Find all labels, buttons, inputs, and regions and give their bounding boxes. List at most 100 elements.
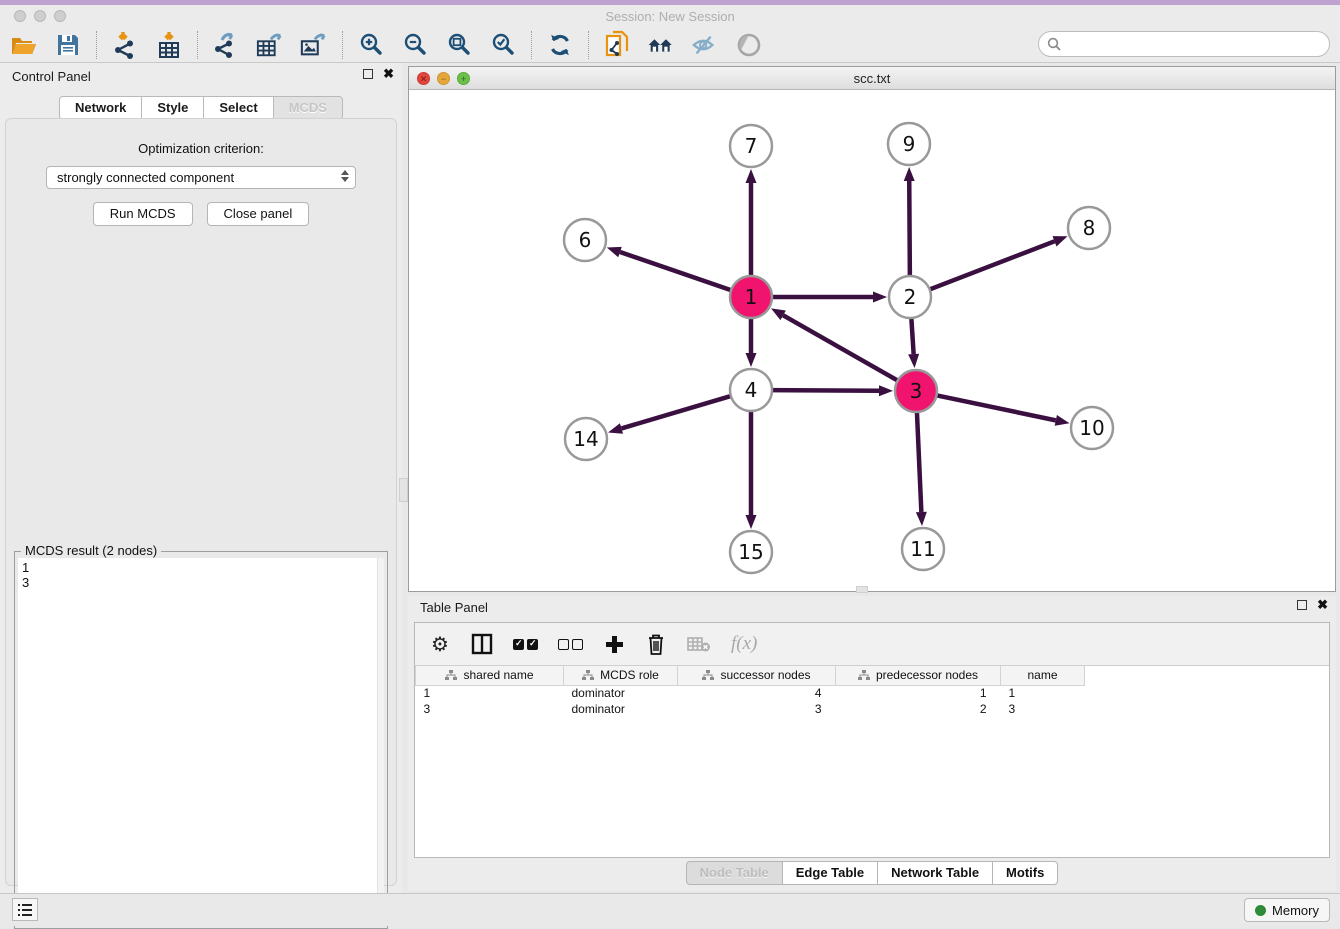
tab-node-table[interactable]: Node Table: [686, 861, 783, 885]
cytoscape-window: Session: New Session: [0, 0, 1340, 926]
tab-style[interactable]: Style: [141, 96, 204, 120]
table-cell[interactable]: 3: [678, 701, 836, 717]
mcds-result-text[interactable]: 1 3: [18, 558, 377, 925]
table-cell[interactable]: 4: [678, 685, 836, 701]
column-tree-icon: [858, 670, 870, 681]
network-graph: 7968124314101511: [409, 90, 1335, 591]
column-header-predecessor-nodes[interactable]: predecessor nodes: [836, 666, 1001, 685]
task-history-button[interactable]: [12, 898, 38, 921]
table-cell[interactable]: dominator: [564, 701, 678, 717]
edge-arrow-3-10: [1055, 415, 1070, 426]
search-field[interactable]: [1038, 31, 1330, 57]
column-tree-icon: [702, 670, 714, 681]
edge-arrow-1-6: [607, 247, 622, 257]
hide-selected-icon[interactable]: [691, 31, 719, 59]
edge-arrow-3-1: [771, 308, 786, 320]
edge-arrow-2-9: [904, 167, 915, 181]
close-table-panel-icon[interactable]: ✖: [1317, 600, 1328, 610]
edge-3-11[interactable]: [917, 410, 922, 512]
select-all-columns-icon[interactable]: [513, 631, 538, 657]
close-panel-button[interactable]: Close panel: [207, 202, 310, 226]
edge-arrow-1-7: [746, 169, 757, 183]
duplicate-network-icon[interactable]: [603, 31, 631, 59]
table-cell[interactable]: 3: [416, 701, 564, 717]
float-panel-icon[interactable]: [363, 69, 373, 79]
tab-mcds[interactable]: MCDS: [273, 96, 343, 120]
criterion-dropdown[interactable]: strongly connected component: [46, 166, 356, 189]
vertical-splitter-grip[interactable]: [399, 478, 408, 502]
run-mcds-button[interactable]: Run MCDS: [93, 202, 193, 226]
horizontal-splitter-grip[interactable]: [856, 586, 868, 593]
mcds-result-title: MCDS result (2 nodes): [21, 543, 161, 558]
export-table-icon[interactable]: [256, 31, 284, 59]
tab-select[interactable]: Select: [203, 96, 273, 120]
network-window-titlebar[interactable]: ✕ − + scc.txt: [409, 67, 1335, 90]
node-label-6: 6: [579, 228, 592, 252]
table-cell[interactable]: 1: [416, 685, 564, 701]
function-builder-icon[interactable]: f(x): [731, 631, 757, 657]
save-session-icon[interactable]: [54, 31, 82, 59]
node-table[interactable]: shared nameMCDS rolesuccessor nodesprede…: [415, 666, 1329, 857]
table-row[interactable]: 1dominator411: [416, 685, 1085, 701]
table-row[interactable]: 3dominator323: [416, 701, 1085, 717]
add-column-icon[interactable]: [603, 631, 625, 657]
zoom-in-icon[interactable]: [357, 31, 385, 59]
zoom-out-icon[interactable]: [401, 31, 429, 59]
edge-4-14[interactable]: [621, 395, 732, 428]
table-cell[interactable]: 2: [836, 701, 1001, 717]
column-header-MCDS-role[interactable]: MCDS role: [564, 666, 678, 685]
edge-arrow-1-4: [746, 353, 757, 367]
criterion-dropdown-value: strongly connected component: [57, 170, 234, 185]
result-scrollbar[interactable]: [377, 558, 384, 925]
table-cell[interactable]: 1: [1001, 685, 1085, 701]
tab-edge-table[interactable]: Edge Table: [782, 861, 878, 885]
search-input[interactable]: [1067, 34, 1329, 54]
table-cell[interactable]: 1: [836, 685, 1001, 701]
zoom-selected-icon[interactable]: [489, 31, 517, 59]
delete-table-icon[interactable]: [687, 631, 711, 657]
node-label-4: 4: [745, 378, 758, 402]
status-bar: Memory: [0, 893, 1340, 926]
node-label-11: 11: [910, 537, 935, 561]
tab-network[interactable]: Network: [59, 96, 142, 120]
main-toolbar: [0, 27, 1340, 63]
table-container: ⚙ f(x) shared nameMCDS rolesuccess: [414, 622, 1330, 858]
edge-3-1[interactable]: [783, 315, 899, 381]
tab-network-table[interactable]: Network Table: [877, 861, 993, 885]
zoom-fit-icon[interactable]: [445, 31, 473, 59]
export-network-icon[interactable]: [212, 31, 240, 59]
control-panel-tabs: NetworkStyleSelectMCDS: [0, 96, 402, 120]
node-label-2: 2: [904, 285, 917, 309]
edge-4-3[interactable]: [770, 390, 879, 391]
edge-arrow-2-3: [908, 354, 919, 368]
edge-arrow-1-2: [873, 292, 887, 303]
import-table-icon[interactable]: [155, 31, 183, 59]
tab-motifs[interactable]: Motifs: [992, 861, 1058, 885]
apply-layout-icon[interactable]: [546, 31, 574, 59]
column-header-successor-nodes[interactable]: successor nodes: [678, 666, 836, 685]
memory-button[interactable]: Memory: [1244, 898, 1330, 922]
unselect-all-columns-icon[interactable]: [558, 631, 583, 657]
node-label-14: 14: [573, 427, 598, 451]
close-panel-icon[interactable]: ✖: [383, 69, 394, 79]
column-header-shared-name[interactable]: shared name: [416, 666, 564, 685]
edge-2-8[interactable]: [928, 241, 1055, 290]
table-options-icon[interactable]: ⚙: [429, 631, 451, 657]
network-canvas[interactable]: 7968124314101511: [409, 90, 1335, 591]
edge-1-6[interactable]: [620, 252, 733, 291]
table-cell[interactable]: 3: [1001, 701, 1085, 717]
import-network-icon[interactable]: [111, 31, 139, 59]
column-panel-icon[interactable]: [471, 631, 493, 657]
open-session-icon[interactable]: [10, 31, 38, 59]
table-cell[interactable]: dominator: [564, 685, 678, 701]
edge-2-9[interactable]: [909, 181, 910, 278]
float-table-panel-icon[interactable]: [1297, 600, 1307, 610]
export-image-icon[interactable]: [300, 31, 328, 59]
delete-columns-icon[interactable]: [645, 631, 667, 657]
edge-3-10[interactable]: [935, 395, 1056, 420]
column-header-name[interactable]: name: [1001, 666, 1085, 685]
edge-2-3[interactable]: [911, 316, 913, 354]
show-all-icon[interactable]: [735, 31, 763, 59]
search-icon: [1047, 37, 1062, 52]
first-neighbors-icon[interactable]: [647, 31, 675, 59]
